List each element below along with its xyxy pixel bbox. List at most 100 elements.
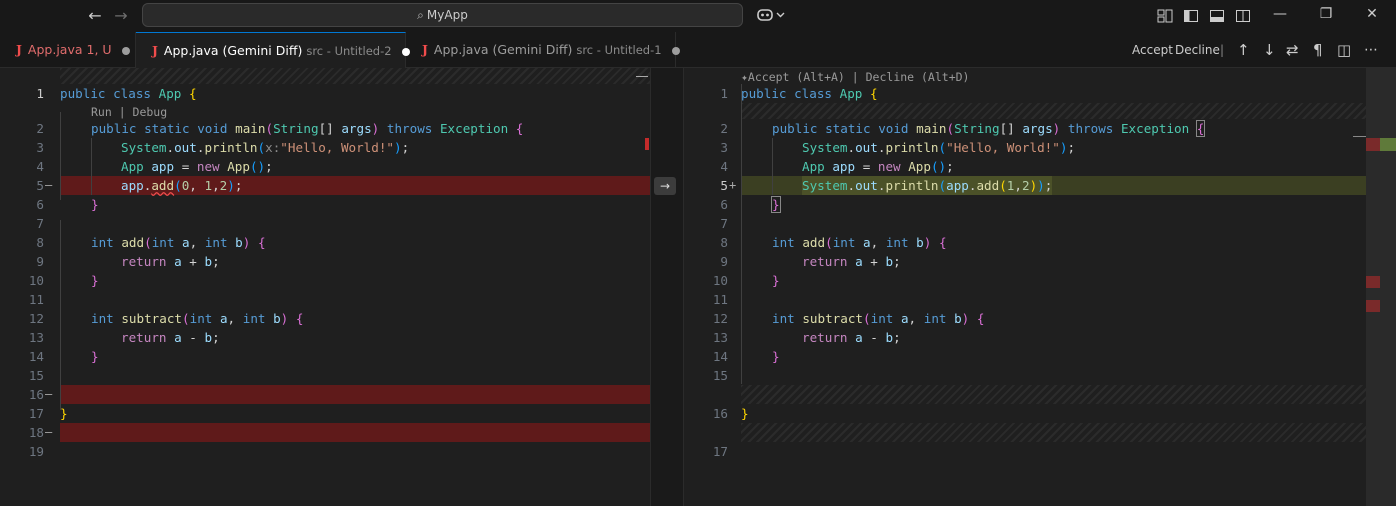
tab-problems-badge: 1, U xyxy=(86,42,112,57)
line-number: 6 xyxy=(720,197,728,212)
java-file-icon: J xyxy=(16,42,22,57)
code-line-14[interactable]: } xyxy=(772,347,780,366)
java-file-icon: J xyxy=(152,43,158,58)
line-number: 2 xyxy=(720,121,728,136)
deleted-line-highlight xyxy=(60,423,650,442)
line-number: 3 xyxy=(720,140,728,155)
toggle-panel-icon[interactable] xyxy=(1209,8,1225,24)
code-line-13[interactable]: return a - b; xyxy=(802,328,901,347)
code-line-5-deleted[interactable]: app.add(0, 1,2); xyxy=(121,176,242,195)
line-number: 1 xyxy=(36,86,44,101)
line-number: 7 xyxy=(720,216,728,231)
unsaved-dot-icon[interactable] xyxy=(121,46,130,55)
code-line-1[interactable]: public class App { xyxy=(741,84,878,103)
line-number: 18 xyxy=(28,425,44,440)
unsaved-dot-icon[interactable] xyxy=(671,46,680,55)
code-line-8[interactable]: int add(int a, int b) { xyxy=(772,233,947,252)
previous-change-icon[interactable]: ↑ xyxy=(1237,32,1250,68)
next-change-icon[interactable]: ↓ xyxy=(1263,32,1276,68)
code-line-12[interactable]: int subtract(int a, int b) { xyxy=(91,309,303,328)
codelens-accept-decline[interactable]: ✦Accept (Alt+A) | Decline (Alt+D) xyxy=(741,69,969,85)
diff-filler xyxy=(741,103,1366,119)
diff-divider xyxy=(650,68,684,506)
collapse-icon[interactable] xyxy=(636,76,648,77)
code-line-3[interactable]: System.out.println(x:"Hello, World!"); xyxy=(121,138,409,157)
code-line-3[interactable]: System.out.println("Hello, World!"); xyxy=(802,138,1075,157)
line-number: 17 xyxy=(712,444,728,459)
line-number: 4 xyxy=(36,159,44,174)
line-number: 8 xyxy=(36,235,44,250)
swap-sides-icon[interactable]: ⇄ xyxy=(1286,32,1299,68)
tab-bar: J App.java 1, U J App.java (Gemini Diff) sr… xyxy=(0,32,1396,68)
toggle-secondary-sidebar-icon[interactable] xyxy=(1235,8,1251,24)
line-number: 16 xyxy=(28,387,44,402)
indent-guide xyxy=(60,112,61,200)
codelens-run-debug[interactable]: Run | Debug xyxy=(91,104,167,120)
line-number: 6 xyxy=(36,197,44,212)
whitespace-toggle-icon[interactable]: ¶ xyxy=(1313,32,1323,68)
split-editor-icon[interactable]: ◫ xyxy=(1337,32,1351,68)
more-actions-icon[interactable]: ⋯ xyxy=(1364,32,1378,68)
code-line-2[interactable]: public static void main(String[] args) t… xyxy=(772,119,1206,138)
search-icon: ⌕ xyxy=(417,8,424,22)
code-line-5-inserted[interactable]: System.out.println(app.add(1,2)); xyxy=(802,176,1053,195)
toggle-primary-sidebar-icon[interactable] xyxy=(1183,8,1199,24)
indent-guide xyxy=(772,138,773,195)
search-text: MyApp xyxy=(426,8,468,22)
tab-app-java[interactable]: J App.java 1, U xyxy=(0,32,136,68)
customize-layout-icon[interactable] xyxy=(1157,8,1173,24)
minimize-icon[interactable]: — xyxy=(1268,6,1292,22)
code-line-10[interactable]: } xyxy=(772,271,780,290)
editor-actions: Accept Decline | ↑ ↓ ⇄ ¶ ◫ ⋯ xyxy=(1126,32,1396,68)
restore-icon[interactable]: ❐ xyxy=(1314,6,1338,22)
removed-line-icon: — xyxy=(45,425,53,439)
arrow-right-icon[interactable]: → xyxy=(111,6,131,26)
line-number: 12 xyxy=(712,311,728,326)
code-line-17[interactable]: } xyxy=(60,404,68,423)
accept-button[interactable]: Accept xyxy=(1132,32,1173,68)
line-number: 12 xyxy=(28,311,44,326)
line-number: 13 xyxy=(28,330,44,345)
tab-gemini-diff-2[interactable]: J App.java (Gemini Diff) src - Untitled-2 xyxy=(136,32,410,68)
code-line-14[interactable]: } xyxy=(91,347,99,366)
decline-button[interactable]: Decline xyxy=(1175,32,1220,68)
line-number: 9 xyxy=(36,254,44,269)
code-line-16[interactable]: } xyxy=(741,404,749,423)
line-number: 19 xyxy=(28,444,44,459)
revert-change-arrow-icon[interactable]: → xyxy=(654,177,676,195)
code-line-12[interactable]: int subtract(int a, int b) { xyxy=(772,309,984,328)
code-line-4[interactable]: App app = new App(); xyxy=(121,157,273,176)
code-line-10[interactable]: } xyxy=(91,271,99,290)
line-number: 14 xyxy=(28,349,44,364)
line-number: 14 xyxy=(712,349,728,364)
code-line-9[interactable]: return a + b; xyxy=(802,252,901,271)
diff-original-editor[interactable]: 1 Run | Debug 2 3 4 5 — 6 7 8 9 10 11 12… xyxy=(0,68,650,506)
removed-line-icon: — xyxy=(45,178,53,192)
overview-deleted-marker xyxy=(1366,138,1380,151)
code-line-9[interactable]: return a + b; xyxy=(121,252,220,271)
overview-inserted-marker xyxy=(1380,138,1396,151)
line-number: 7 xyxy=(36,216,44,231)
arrow-left-icon[interactable]: ← xyxy=(85,6,105,26)
code-line-6[interactable]: } xyxy=(91,195,99,214)
command-center-search[interactable]: ⌕ MyApp xyxy=(142,3,743,27)
code-line-2[interactable]: public static void main(String[] args) t… xyxy=(91,119,523,138)
code-line-13[interactable]: return a - b; xyxy=(121,328,220,347)
code-line-4[interactable]: App app = new App(); xyxy=(802,157,954,176)
indent-guide xyxy=(741,84,742,384)
line-number: 15 xyxy=(28,368,44,383)
tab-gemini-diff-1[interactable]: J App.java (Gemini Diff) src - Untitled-1 xyxy=(406,32,680,68)
line-number: 10 xyxy=(28,273,44,288)
line-number: 3 xyxy=(36,140,44,155)
code-line-1[interactable]: public class App { xyxy=(60,84,197,103)
copilot-icon[interactable] xyxy=(757,7,787,27)
close-window-icon[interactable]: ✕ xyxy=(1360,6,1384,22)
code-line-8[interactable]: int add(int a, int b) { xyxy=(91,233,266,252)
code-line-6[interactable]: } xyxy=(771,195,781,214)
line-number: 2 xyxy=(36,121,44,136)
diff-modified-editor[interactable]: ✦Accept (Alt+A) | Decline (Alt+D) 1 2 3 … xyxy=(684,68,1366,506)
overview-deleted-marker xyxy=(1366,300,1380,312)
line-number: 15 xyxy=(712,368,728,383)
overview-ruler[interactable] xyxy=(1366,68,1396,506)
added-line-icon: + xyxy=(729,178,737,192)
